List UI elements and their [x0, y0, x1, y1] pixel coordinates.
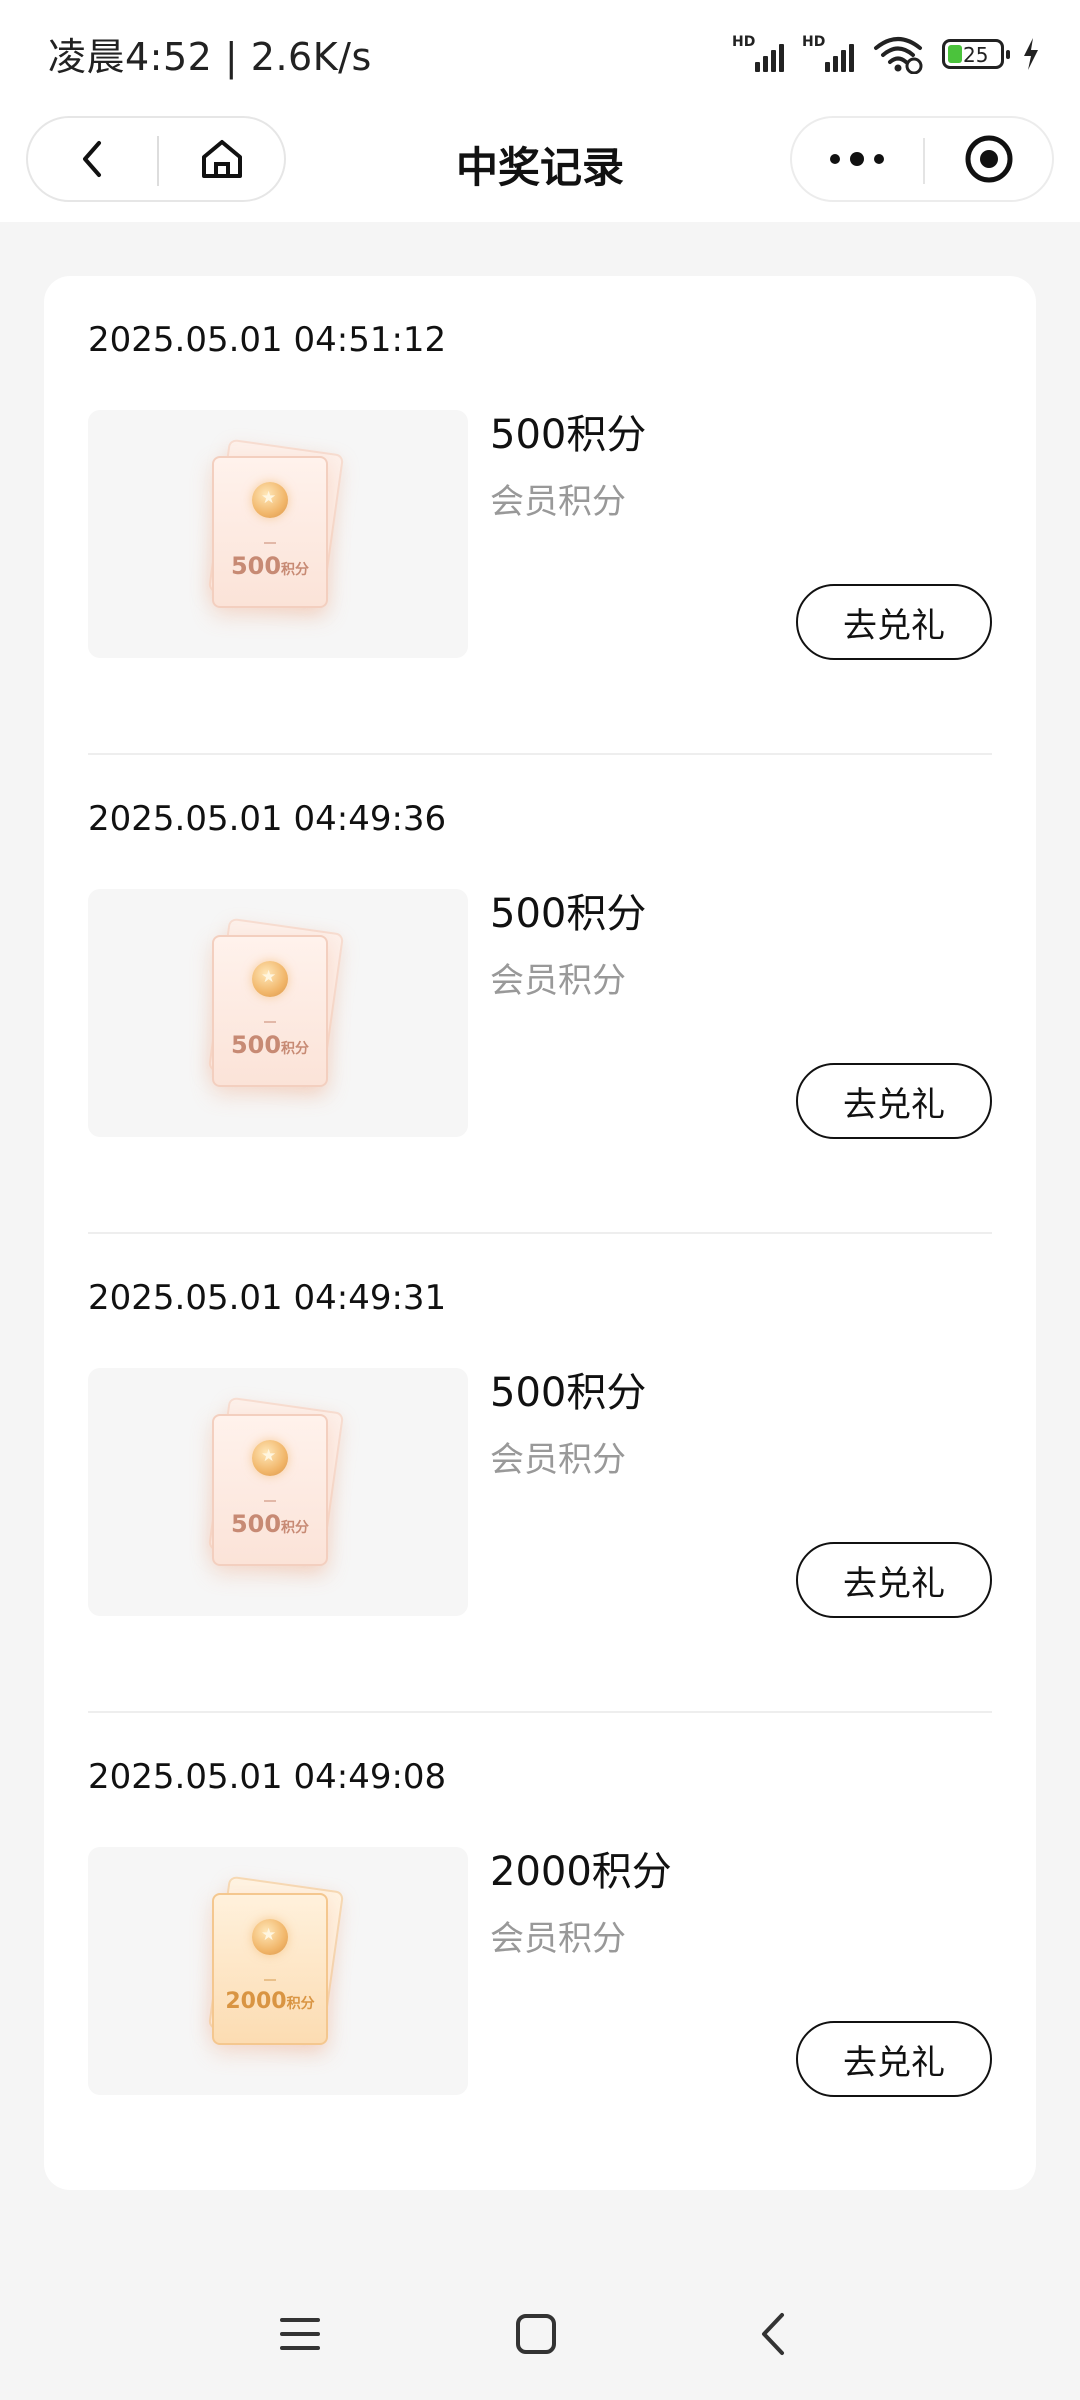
points-ticket-icon: 2000积分 — [212, 1893, 328, 2045]
sim1-hd-label: HD — [732, 34, 756, 50]
system-back-button[interactable] — [734, 2294, 814, 2374]
redeem-button[interactable]: 去兑礼 — [796, 584, 992, 660]
system-home-button[interactable] — [496, 2294, 576, 2374]
square-home-icon — [516, 2314, 556, 2354]
ticket-value: 500 — [230, 1510, 282, 1538]
prize-type: 会员积分 — [490, 961, 626, 1001]
prize-type: 会员积分 — [490, 1440, 626, 1480]
menu-icon — [280, 2318, 320, 2350]
ticket-unit: 积分 — [281, 1041, 310, 1057]
points-ticket-icon: 500积分 — [212, 1414, 328, 1566]
redeem-button[interactable]: 去兑礼 — [796, 1542, 992, 1618]
coin-icon — [252, 482, 288, 518]
back-chevron-icon — [762, 2313, 784, 2355]
record-time: 2025.05.01 04:49:31 — [88, 1278, 447, 1318]
ticket-value: 500 — [230, 1031, 282, 1059]
more-button[interactable] — [792, 118, 922, 200]
record-item: 2025.05.01 04:49:31 500积分 500积分 会员积分 去兑礼 — [88, 1234, 992, 1713]
coin-icon — [252, 1919, 288, 1955]
points-ticket-icon: 500积分 — [212, 456, 328, 608]
redeem-button[interactable]: 去兑礼 — [796, 1063, 992, 1139]
ticket-unit: 积分 — [281, 562, 310, 578]
record-item: 2025.05.01 04:49:08 2000积分 2000积分 会员积分 去… — [88, 1713, 992, 2192]
redeem-button[interactable]: 去兑礼 — [796, 2021, 992, 2097]
close-miniapp-button[interactable] — [924, 118, 1054, 200]
target-icon — [965, 135, 1013, 183]
ticket-unit: 积分 — [286, 1996, 315, 2012]
record-item: 2025.05.01 04:49:36 500积分 500积分 会员积分 去兑礼 — [88, 755, 992, 1234]
charging-icon — [1024, 38, 1038, 70]
ticket-value: 2000 — [225, 1989, 287, 2014]
prize-thumbnail: 500积分 — [88, 410, 468, 658]
record-item: 2025.05.01 04:51:12 500积分 500积分 会员积分 去兑礼 — [88, 276, 992, 755]
prize-thumbnail: 500积分 — [88, 889, 468, 1137]
sim2-hd-label: HD — [802, 34, 826, 50]
record-time: 2025.05.01 04:49:08 — [88, 1757, 447, 1797]
nav-capsule-right — [790, 116, 1054, 202]
status-bar: 凌晨4:52 | 2.6K/s HD HD 25 — [0, 0, 1080, 110]
prize-name: 2000积分 — [490, 1849, 672, 1895]
more-dots-icon — [830, 152, 884, 166]
ticket-unit: 积分 — [281, 1520, 310, 1536]
prize-thumbnail: 2000积分 — [88, 1847, 468, 2095]
signal-icon-2: HD — [802, 34, 854, 74]
system-nav-bar — [0, 2280, 1080, 2390]
records-card: 2025.05.01 04:51:12 500积分 500积分 会员积分 去兑礼… — [44, 276, 1036, 2190]
status-icons: HD HD 25 — [732, 30, 1040, 78]
ticket-value: 500 — [230, 552, 282, 580]
nav-bar: 中奖记录 — [0, 110, 1080, 222]
prize-type: 会员积分 — [490, 482, 626, 522]
signal-icon-1: HD — [732, 34, 784, 74]
prize-name: 500积分 — [490, 1370, 647, 1416]
battery-icon: 25 — [942, 39, 1010, 69]
prize-name: 500积分 — [490, 891, 647, 937]
recent-apps-button[interactable] — [260, 2294, 340, 2374]
points-ticket-icon: 500积分 — [212, 935, 328, 1087]
screen: 凌晨4:52 | 2.6K/s HD HD 25 中奖记录 2025.05.01… — [0, 0, 1080, 2400]
record-time: 2025.05.01 04:51:12 — [88, 320, 447, 360]
record-time: 2025.05.01 04:49:36 — [88, 799, 447, 839]
coin-icon — [252, 961, 288, 997]
status-time-speed: 凌晨4:52 | 2.6K/s — [48, 35, 372, 79]
battery-level: 25 — [963, 43, 989, 67]
coin-icon — [252, 1440, 288, 1476]
prize-name: 500积分 — [490, 412, 647, 458]
prize-thumbnail: 500积分 — [88, 1368, 468, 1616]
wifi-icon — [874, 37, 923, 74]
prize-type: 会员积分 — [490, 1919, 626, 1959]
